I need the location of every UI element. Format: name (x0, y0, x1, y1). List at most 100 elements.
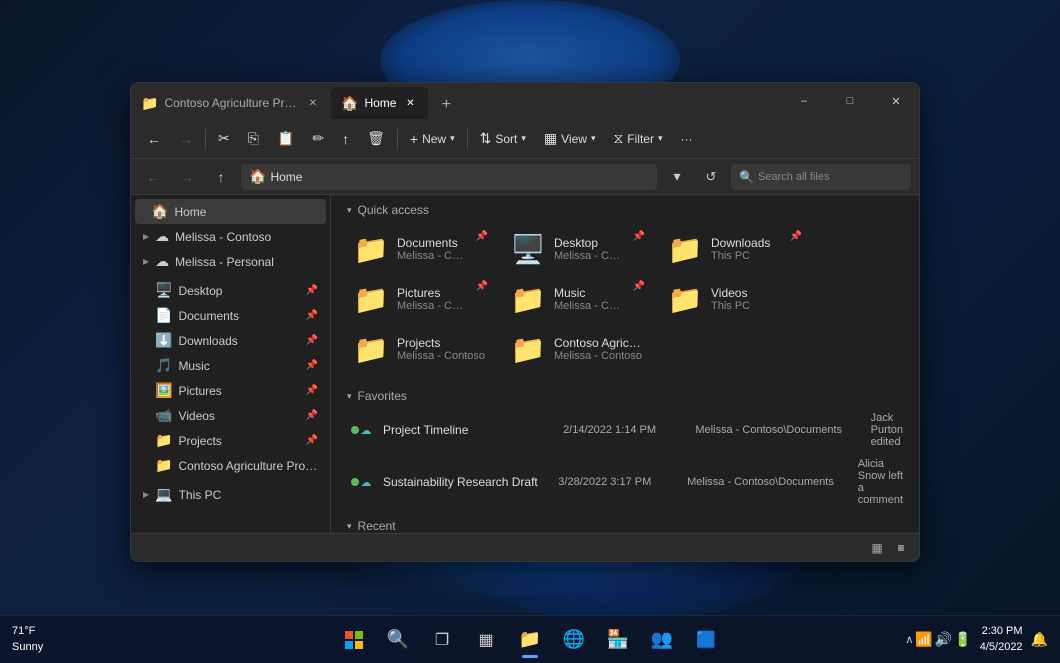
volume-icon[interactable]: 🔊 (935, 631, 952, 648)
sidebar-item-downloads[interactable]: ⬇️ Downloads 📌 (135, 328, 326, 353)
notification-icon[interactable]: 🔔 (1031, 631, 1048, 648)
contoso-chevron-icon: ▶ (143, 232, 149, 241)
battery-icon[interactable]: 🔋 (954, 631, 971, 648)
downloads-pin-icon: 📌 (306, 335, 318, 346)
documents-pin-icon: 📌 (306, 310, 318, 321)
address-path[interactable]: 🏠 Home (241, 164, 657, 190)
taskbar-teams-button[interactable]: 👥 (642, 620, 682, 660)
taskbar-explorer-button[interactable]: 📁 (510, 620, 550, 660)
weather-widget[interactable]: 71°F Sunny (12, 624, 43, 655)
fav1-sync-icons: ☁ (347, 416, 375, 444)
list-item[interactable]: ☁ Project Timeline 2/14/2022 1:14 PM Mel… (339, 407, 911, 453)
paste-button[interactable]: 📋 (269, 126, 302, 151)
clock[interactable]: 2:30 PM 4/5/2022 (980, 624, 1023, 655)
documents-tile-info: Documents Melissa - Contoso (397, 236, 468, 262)
taskbar-search-button[interactable]: 🔍 (378, 620, 418, 660)
filter-chevron-icon: ▾ (658, 133, 663, 144)
toolbar-sep-2 (397, 129, 398, 149)
new-button[interactable]: + New ▾ (402, 127, 463, 151)
sidebar-item-videos[interactable]: 📹 Videos 📌 (135, 403, 326, 428)
list-item[interactable]: ☁ Sustainability Research Draft 3/28/202… (339, 453, 911, 511)
sidebar-item-melissa-personal[interactable]: ▶ ☁ Melissa - Personal (135, 249, 326, 274)
chevron-up-icon[interactable]: ∧ (905, 633, 913, 646)
desktop-icon: 🖥️ (155, 282, 172, 299)
sidebar-this-pc-label: This PC (179, 488, 318, 502)
new-tab-button[interactable]: + (432, 91, 460, 119)
more-options-button[interactable]: ··· (673, 128, 701, 150)
taskbar-store-button[interactable]: 🏪 (598, 620, 638, 660)
back-button[interactable]: ← (139, 127, 169, 151)
folder-tile-contoso-project[interactable]: 📁 Contoso Agriculture Project Melissa - … (500, 325, 655, 373)
tab-home[interactable]: 🏠 Home ✕ (331, 87, 428, 119)
folder-tile-documents[interactable]: 📁 Documents Melissa - Contoso 📌 (343, 225, 498, 273)
pictures-tile-info: Pictures Melissa - Contoso (397, 286, 468, 312)
filter-button[interactable]: ⧖ Filter ▾ (605, 126, 670, 151)
sidebar-item-melissa-contoso[interactable]: ▶ ☁ Melissa - Contoso (135, 224, 326, 249)
new-label: New (422, 132, 446, 146)
quick-access-header[interactable]: ▾ Quick access (331, 195, 919, 221)
contoso-project-icon: 📁 (155, 457, 172, 474)
favorites-header[interactable]: ▾ Favorites (331, 381, 919, 407)
sidebar-item-home[interactable]: 🏠 Home (135, 199, 326, 224)
folder-tile-desktop[interactable]: 🖥️ Desktop Melissa - Contoso 📌 (500, 225, 655, 273)
nav-back-button[interactable]: ← (139, 163, 167, 191)
sidebar-item-this-pc[interactable]: ▶ 💻 This PC (135, 482, 326, 507)
tab-close-contoso[interactable]: ✕ (305, 95, 321, 111)
task-view-button[interactable]: ❐ (422, 620, 462, 660)
search-box[interactable]: 🔍 Search all files (731, 164, 911, 190)
sidebar-item-music[interactable]: 🎵 Music 📌 (135, 353, 326, 378)
main-panel: ▾ Quick access 📁 Documents Melissa - Con… (331, 195, 919, 533)
view-button[interactable]: ▦ View ▾ (536, 126, 604, 151)
sidebar-melissa-contoso-label: Melissa - Contoso (175, 230, 318, 244)
more-icon: ··· (681, 132, 693, 146)
task-view-icon: ❐ (435, 630, 449, 650)
share-button[interactable]: ↑ (334, 127, 357, 151)
desktop-tile-icon: 🖥️ (510, 231, 546, 267)
address-dropdown-button[interactable]: ▾ (663, 163, 691, 191)
nav-up-button[interactable]: ↑ (207, 163, 235, 191)
folder-tile-music[interactable]: 📁 Music Melissa - Contoso 📌 (500, 275, 655, 323)
minimize-button[interactable]: – (781, 83, 827, 119)
network-icon[interactable]: 📶 (915, 631, 932, 648)
downloads-tile-sub: This PC (711, 250, 770, 262)
tab-contoso[interactable]: 📁 Contoso Agriculture Project ✕ (131, 87, 331, 119)
quick-access-label: Quick access (358, 203, 429, 217)
taskbar-edge-button[interactable]: 🌐 (554, 620, 594, 660)
folder-tile-projects[interactable]: 📁 Projects Melissa - Contoso (343, 325, 498, 373)
taskbar-app-button[interactable]: 🟦 (686, 620, 726, 660)
rename-button[interactable]: ✏ (304, 126, 332, 151)
sort-button[interactable]: ⇅ Sort ▾ (472, 126, 534, 151)
downloads-tile-name: Downloads (711, 236, 770, 250)
details-view-button[interactable]: ▦ (867, 538, 887, 558)
fav2-status-dot (351, 478, 359, 486)
refresh-button[interactable]: ↺ (697, 163, 725, 191)
window-controls: – □ ✕ (781, 83, 919, 119)
cut-button[interactable]: ✂ (210, 126, 238, 151)
maximize-button[interactable]: □ (827, 83, 873, 119)
sidebar-item-contoso-project[interactable]: 📁 Contoso Agriculture Project (135, 453, 326, 478)
sidebar-item-pictures[interactable]: 🖼️ Pictures 📌 (135, 378, 326, 403)
list-view-button[interactable]: ≡ (891, 538, 911, 558)
tab-close-home[interactable]: ✕ (402, 95, 418, 111)
start-button[interactable] (334, 620, 374, 660)
sidebar-item-projects[interactable]: 📁 Projects 📌 (135, 428, 326, 453)
date-display: 4/5/2022 (980, 640, 1023, 655)
folder-tile-videos[interactable]: 📁 Videos This PC (657, 275, 812, 323)
tab-home-label: Home (364, 96, 396, 110)
this-pc-icon: 💻 (155, 486, 172, 503)
copy-button[interactable]: ⎘ (240, 126, 267, 151)
tab-folder-icon: 📁 (141, 95, 158, 112)
recent-header[interactable]: ▾ Recent (331, 511, 919, 533)
music-pin-icon: 📌 (306, 360, 318, 371)
folder-tile-downloads[interactable]: 📁 Downloads This PC 📌 (657, 225, 812, 273)
documents-tile-name: Documents (397, 236, 468, 250)
sidebar-item-desktop[interactable]: 🖥️ Desktop 📌 (135, 278, 326, 303)
tab-contoso-label: Contoso Agriculture Project (164, 96, 299, 110)
forward-button[interactable]: → (171, 127, 201, 151)
widgets-button[interactable]: ▦ (466, 620, 506, 660)
sidebar-item-documents[interactable]: 📄 Documents 📌 (135, 303, 326, 328)
close-button[interactable]: ✕ (873, 83, 919, 119)
delete-button[interactable]: 🗑 (359, 126, 393, 151)
folder-tile-pictures[interactable]: 📁 Pictures Melissa - Contoso 📌 (343, 275, 498, 323)
nav-forward-button[interactable]: → (173, 163, 201, 191)
